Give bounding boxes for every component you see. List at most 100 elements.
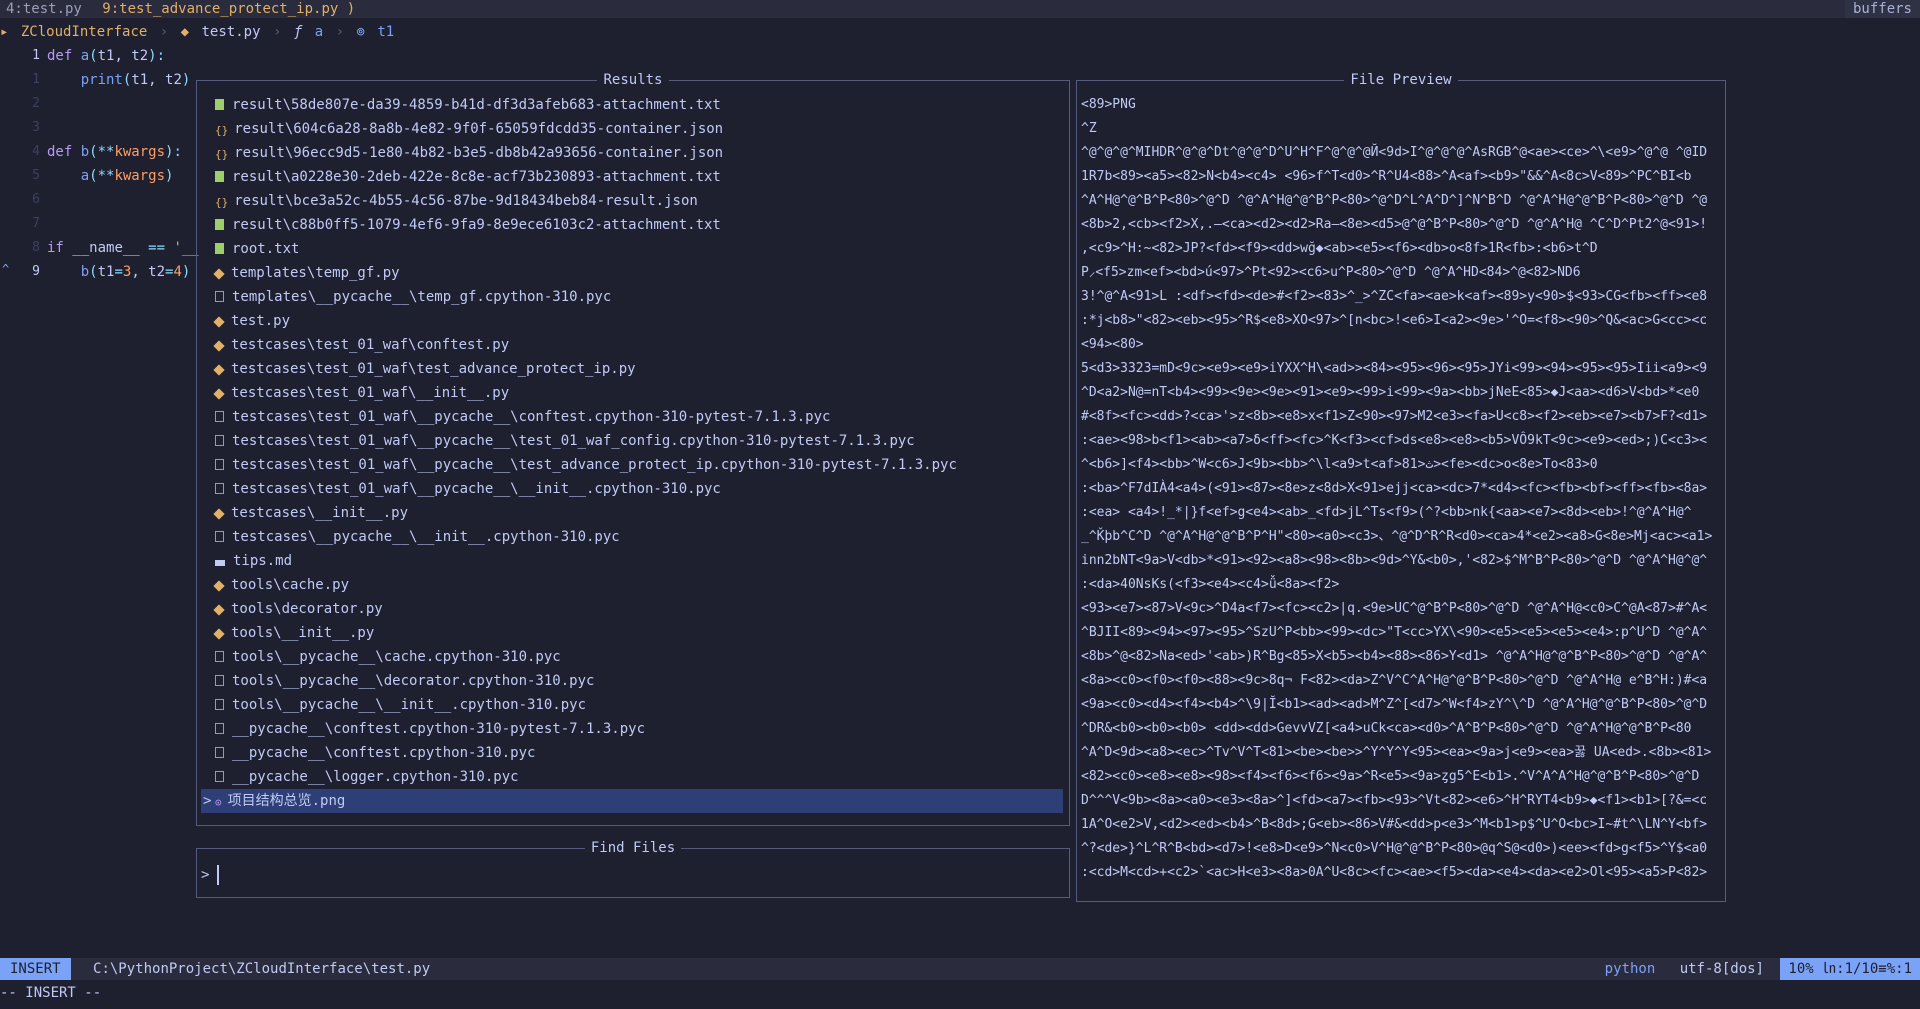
code-line[interactable]: b(t1=3, t2=4) (47, 264, 191, 280)
result-filename: testcases\test_01_waf\__pycache__\test_a… (232, 457, 957, 473)
line-number: 1 (32, 48, 40, 63)
txt-file-icon (215, 171, 224, 182)
result-filename: result\c88b0ff5-1079-4ef6-9fa9-8e9ece610… (232, 217, 721, 233)
result-item[interactable]: tools\__pycache__\decorator.cpython-310.… (201, 669, 594, 693)
preview-panel: File Preview <89>PNG ^Z ^@^@^@^MIHDR^@^@^D… (1076, 72, 1726, 902)
result-filename: tools\__pycache__\__init__.cpython-310.p… (232, 697, 587, 713)
txt-file-icon (215, 243, 224, 254)
line-number: 1 (32, 72, 40, 87)
result-filename: __pycache__\conftest.cpython-310-pytest-… (232, 721, 646, 737)
fold-marker-icon: ^ (2, 262, 10, 276)
preview-line: inn2bNT<9a>V<db>*<91><92><a8><98><8b><9d… (1081, 553, 1708, 568)
pyc-file-icon (215, 435, 224, 446)
result-item[interactable]: templates\temp_gf.py (201, 261, 400, 285)
py-file-icon (213, 340, 225, 352)
result-filename: testcases\test_01_waf\__pycache__\test_0… (232, 433, 915, 449)
result-item[interactable]: {} result\604c6a28-8a8b-4e82-9f0f-65059fd… (201, 117, 723, 141)
pyc-file-icon (215, 747, 224, 758)
result-filename: tools\__pycache__\decorator.cpython-310.… (232, 673, 595, 689)
code-line[interactable]: if __name__ == '__ (47, 240, 199, 256)
result-item[interactable]: result\c88b0ff5-1079-4ef6-9fa9-8e9ece610… (201, 213, 721, 237)
buffers-label[interactable]: buffers (1844, 0, 1920, 18)
result-item[interactable]: tools\decorator.py (201, 597, 383, 621)
preview-line: <93><e7><87>V<9c>^D4a<f7><fc><c2>|q.<9e>… (1081, 601, 1708, 616)
result-item[interactable]: testcases\test_01_waf\__pycache__\confte… (201, 405, 830, 429)
preview-line: 3!^@^A<91>L :<df><fd><de>#<f2><83>^_>^ZC… (1081, 289, 1708, 304)
chevron-right-icon: › (159, 24, 169, 40)
png-file-icon: ⊙ (215, 796, 222, 809)
result-item[interactable]: testcases\test_01_waf\__init__.py (201, 381, 509, 405)
line-number: 4 (32, 144, 40, 159)
filetype-label: python (1604, 961, 1656, 977)
result-filename: tools\decorator.py (231, 601, 383, 617)
result-item[interactable]: result\a0228e30-2deb-422e-8c8e-acf73b230… (201, 165, 721, 189)
preview-line: <8b>^@<82>Na<ed>'<ab>)R^Bg<85>X<b5><b4><… (1081, 649, 1708, 664)
line-number: 7 (32, 216, 40, 231)
result-filename: root.txt (232, 241, 300, 257)
result-item[interactable]: test.py (201, 309, 290, 333)
pyc-file-icon (215, 771, 224, 782)
result-item[interactable]: __pycache__\conftest.cpython-310-pytest-… (201, 717, 645, 741)
breadcrumb-project[interactable]: ZCloudInterface (21, 24, 147, 40)
result-item[interactable]: testcases\__pycache__\__init__.cpython-3… (201, 525, 620, 549)
tab-test-advance-protect-ip[interactable]: 9:test_advance_protect_ip.py ) (96, 0, 361, 18)
tab-test-py[interactable]: 4:test.py (0, 0, 88, 18)
text-cursor (217, 865, 220, 885)
preview-line: <9a><c0><d4><f4><b4>^\9|Ĭ<b1><ad><ad>M^Z… (1081, 697, 1708, 712)
result-filename: result\604c6a28-8a8b-4e82-9f0f-65059fdcd… (234, 121, 724, 137)
preview-line: :*j<b8>"<82><eb><95>^R$<e8>XO<97>^[n<bc>… (1081, 313, 1708, 328)
result-item[interactable]: __pycache__\logger.cpython-310.pyc (201, 765, 519, 789)
md-file-icon (215, 560, 225, 566)
line-number: 3 (32, 120, 40, 135)
breadcrumb: ▸ ZCloudInterface › ◆ test.py › ƒ a › ⊚ … (0, 22, 1920, 42)
result-item[interactable]: tools\__init__.py (201, 621, 374, 645)
find-files-input[interactable]: > (201, 863, 220, 887)
py-file-icon (213, 628, 225, 640)
json-file-icon: {} (215, 196, 229, 209)
result-filename: tips.md (233, 553, 293, 569)
result-item[interactable]: testcases\test_01_waf\__pycache__\__init… (201, 477, 721, 501)
pyc-file-icon (215, 459, 224, 470)
preview-line: :<cd>M<cd>+<c2>`<ac>H<e3><8a>0A^U<8c><fc… (1081, 865, 1708, 880)
pyc-file-icon (215, 723, 224, 734)
code-line[interactable]: print(t1, t2) (47, 72, 191, 88)
result-item[interactable]: templates\__pycache__\temp_gf.cpython-31… (201, 285, 611, 309)
result-item[interactable]: tips.md (201, 549, 292, 573)
prompt-prefix: > (201, 867, 210, 883)
encoding-label: utf-8[dos] (1679, 961, 1764, 977)
result-item[interactable]: {} result\96ecc9d5-1e80-4b82-b3e5-db8b42a… (201, 141, 723, 165)
line-number: 6 (32, 192, 40, 207)
preview-line: ,<c9>^H:~<82>JP?<fd><f9><dd>wğ◆<ab><e5><… (1081, 241, 1598, 256)
result-item[interactable]: result\58de807e-da39-4859-b41d-df3d3afeb… (201, 93, 721, 117)
result-filename: result\bce3a52c-4b55-4c56-87be-9d18434be… (234, 193, 698, 209)
py-file-icon (213, 388, 225, 400)
pyc-file-icon (215, 483, 224, 494)
command-line[interactable]: -- INSERT -- (0, 982, 1920, 1004)
json-file-icon: {} (215, 148, 229, 161)
code-line[interactable]: a(**kwargs) (47, 168, 174, 184)
result-item[interactable]: > ⊙ 项目结构总览.png (201, 789, 1063, 813)
result-item[interactable]: root.txt (201, 237, 299, 261)
result-item[interactable]: testcases\test_01_waf\__pycache__\test_a… (201, 453, 957, 477)
breadcrumb-symbol[interactable]: t1 (377, 24, 394, 40)
result-item[interactable]: {} result\bce3a52c-4b55-4c56-87be-9d18434… (201, 189, 698, 213)
result-item[interactable]: testcases\test_01_waf\test_advance_prote… (201, 357, 636, 381)
code-line[interactable]: def a(t1, t2): (47, 48, 165, 64)
line-number: 5 (32, 168, 40, 183)
result-item[interactable]: tools\__pycache__\cache.cpython-310.pyc (201, 645, 561, 669)
mode-indicator: INSERT (0, 958, 71, 980)
result-item[interactable]: testcases\__init__.py (201, 501, 408, 525)
result-filename: test.py (231, 313, 291, 329)
breadcrumb-file[interactable]: test.py (202, 24, 261, 40)
result-item[interactable]: tools\cache.py (201, 573, 349, 597)
prompt-panel: Find Files > (196, 840, 1070, 898)
txt-file-icon (215, 219, 224, 230)
result-filename: testcases\test_01_waf\__pycache__\confte… (232, 409, 831, 425)
result-item[interactable]: __pycache__\conftest.cpython-310.pyc (201, 741, 535, 765)
code-line[interactable]: def b(**kwargs): (47, 144, 182, 160)
result-item[interactable]: tools\__pycache__\__init__.cpython-310.p… (201, 693, 586, 717)
line-number: 2 (32, 96, 40, 111)
result-item[interactable]: testcases\test_01_waf\__pycache__\test_0… (201, 429, 915, 453)
breadcrumb-function[interactable]: a (315, 24, 323, 40)
result-item[interactable]: testcases\test_01_waf\conftest.py (201, 333, 509, 357)
